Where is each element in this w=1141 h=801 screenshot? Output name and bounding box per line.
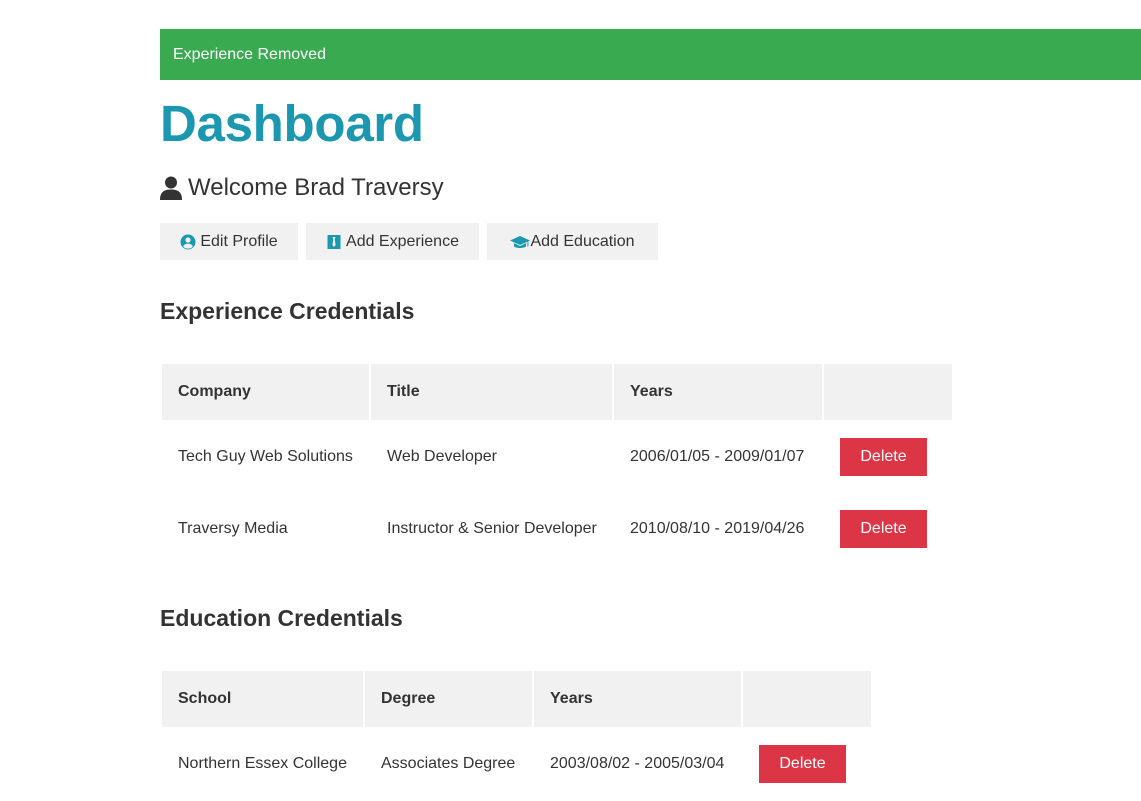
user-icon <box>160 176 182 200</box>
alert-success: Experience Removed <box>160 29 1141 80</box>
column-header-degree: Degree <box>365 671 532 727</box>
column-header-actions <box>743 671 871 727</box>
experience-title: Web Developer <box>387 448 497 465</box>
dashboard-actions: Edit Profile Add Experience Add Educatio… <box>160 223 666 260</box>
add-experience-button[interactable]: Add Experience <box>306 223 479 260</box>
welcome-text: Welcome Brad Traversy <box>188 174 444 201</box>
education-table: School Degree Years Northern Essex Colle… <box>160 669 873 801</box>
experience-company: Traversy Media <box>178 520 288 537</box>
table-row: Traversy Media Instructor & Senior Devel… <box>162 494 952 564</box>
column-header-title: Title <box>371 364 612 420</box>
add-education-label: Add Education <box>530 233 635 250</box>
table-header-row: School Degree Years <box>162 671 871 727</box>
column-header-school: School <box>162 671 363 727</box>
education-years: 2003/08/02 - 2005/03/04 <box>550 755 725 772</box>
education-section-title: Education Credentials <box>160 605 403 631</box>
alert-message: Experience Removed <box>173 46 326 63</box>
experience-section-title: Experience Credentials <box>160 298 415 324</box>
table-header-row: Company Title Years <box>162 364 952 420</box>
table-row: Northern Essex College Associates Degree… <box>162 729 871 799</box>
add-education-button[interactable]: Add Education <box>487 223 658 260</box>
table-row: Tech Guy Web Solutions Web Developer 200… <box>162 422 952 492</box>
column-header-years: Years <box>534 671 741 727</box>
page-title: Dashboard <box>160 95 424 152</box>
experience-actions: Delete <box>824 422 952 492</box>
user-circle-icon <box>180 234 196 250</box>
experience-actions: Delete <box>824 494 952 564</box>
column-header-years: Years <box>614 364 822 420</box>
column-header-company: Company <box>162 364 369 420</box>
add-experience-label: Add Experience <box>346 233 459 250</box>
delete-experience-button[interactable]: Delete <box>840 510 927 548</box>
experience-years: 2006/01/05 - 2009/01/07 <box>630 448 805 465</box>
delete-education-button[interactable]: Delete <box>759 745 846 783</box>
experience-years: 2010/08/10 - 2019/04/26 <box>630 520 805 537</box>
experience-title: Instructor & Senior Developer <box>387 520 597 537</box>
delete-experience-button[interactable]: Delete <box>840 438 927 476</box>
education-degree: Associates Degree <box>381 755 516 772</box>
education-actions: Delete <box>743 729 871 799</box>
experience-company: Tech Guy Web Solutions <box>178 448 353 465</box>
graduation-cap-icon <box>510 234 531 250</box>
experience-table: Company Title Years Tech Guy Web Solutio… <box>160 362 954 566</box>
column-header-actions <box>824 364 952 420</box>
black-tie-icon <box>326 234 342 250</box>
education-school: Northern Essex College <box>178 755 347 772</box>
edit-profile-button[interactable]: Edit Profile <box>160 223 298 260</box>
edit-profile-label: Edit Profile <box>200 233 278 250</box>
welcome-message: Welcome Brad Traversy <box>160 171 444 205</box>
